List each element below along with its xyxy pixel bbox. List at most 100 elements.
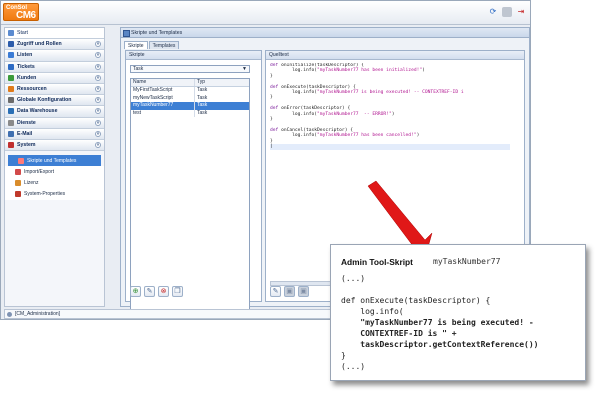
tab-templates[interactable]: Templates <box>148 41 180 49</box>
sidebar-subitem-skripte-templates[interactable]: Skripte und Templates <box>8 155 101 167</box>
sidebar-item-data-warehouse[interactable]: Data Warehouse » <box>5 106 104 118</box>
sidebar-subitem-system-properties[interactable]: System-Properties <box>5 188 104 200</box>
table-row[interactable]: myNewTaskScript Task <box>131 94 249 102</box>
row-type: Task <box>197 102 208 108</box>
ticket-icon <box>8 63 14 70</box>
sidebar-item-label: Kunden <box>17 74 37 81</box>
chevron-down-icon[interactable]: » <box>95 85 101 92</box>
delete-script-button[interactable]: ⊗ <box>158 286 169 297</box>
column-header-type[interactable]: Typ <box>195 79 249 86</box>
row-name: myTaskNumber77 <box>131 102 195 110</box>
table-row[interactable]: MyFirstTaskScript Task <box>131 87 249 95</box>
logo-main-text: CM6 <box>16 10 36 21</box>
code-ellipsis: (...) <box>341 362 366 371</box>
sidebar-item-label: Zugriff und Rollen <box>17 41 62 48</box>
sidebar-item-listen[interactable]: Listen » <box>5 50 104 62</box>
row-name: test <box>131 109 195 117</box>
code-line: } <box>341 351 346 360</box>
table-row-selected[interactable]: myTaskNumber77 Task <box>131 102 249 110</box>
chevron-down-icon[interactable]: » <box>95 41 101 48</box>
user-icon <box>8 74 14 81</box>
tab-skripte[interactable]: Skripte <box>124 41 148 49</box>
column-header-name[interactable]: Name <box>131 79 195 86</box>
script-callout: Admin Tool-Skript myTaskNumber77 (...) d… <box>330 244 586 381</box>
source-panel-title: Quelltext <box>266 51 524 60</box>
save-as-button[interactable]: ▣ <box>298 286 309 297</box>
license-icon <box>15 180 21 187</box>
dropdown-arrow-icon: ▼ <box>242 66 247 72</box>
chevron-down-icon[interactable]: » <box>95 63 101 70</box>
list-icon <box>8 52 14 59</box>
sidebar-item-label: Start <box>17 30 28 37</box>
mail-icon <box>8 130 14 137</box>
code-line: log.info( <box>341 307 404 316</box>
sidebar-item-globale-konfiguration[interactable]: Globale Konfiguration » <box>5 95 104 107</box>
chevron-down-icon[interactable]: » <box>95 97 101 104</box>
edit-script-button[interactable]: ✎ <box>144 286 155 297</box>
sidebar-item-tickets[interactable]: Tickets » <box>5 61 104 73</box>
sidebar-item-label: Dienste <box>17 119 36 126</box>
refresh-icon[interactable]: ⟳ <box>488 7 498 17</box>
consol-logo: ConSol CM6 <box>3 3 39 21</box>
sidebar-item-kunden[interactable]: Kunden » <box>5 72 104 84</box>
script-type-select[interactable]: Task ▼ <box>130 65 250 73</box>
sidebar-subitem-label: System-Properties <box>24 191 66 198</box>
script-type-value: Task <box>133 66 144 72</box>
scripts-list-panel: Skripte Task ▼ Name Typ MyFirstTaskScrip… <box>125 50 262 313</box>
sidebar-item-dienste[interactable]: Dienste » <box>5 117 104 129</box>
chevron-down-icon[interactable]: » <box>95 108 101 115</box>
copy-script-button[interactable]: ❐ <box>172 286 183 297</box>
source-code-editor[interactable]: def onInitialize(taskDescriptor) { log.i… <box>270 63 510 238</box>
sidebar-item-label: Ressourcen <box>17 86 47 93</box>
sidebar-item-label: E-Mail <box>17 130 33 137</box>
table-row[interactable]: test Task <box>131 109 249 117</box>
system-gear-icon <box>8 141 14 148</box>
chevron-down-icon[interactable]: » <box>95 52 101 59</box>
callout-code: (...) def onExecute(taskDescriptor) { lo… <box>341 273 538 372</box>
row-type: Task <box>197 94 208 101</box>
callout-script-name: myTaskNumber77 <box>433 257 501 266</box>
sidebar-item-start[interactable]: Start <box>5 28 104 40</box>
row-type: Task <box>197 87 208 93</box>
chevron-up-icon[interactable]: « <box>95 141 101 148</box>
code-line-bold: taskDescriptor.getContextReference()) <box>341 340 539 349</box>
sidebar-item-label: Tickets <box>17 63 35 70</box>
save-button[interactable]: ▣ <box>284 286 295 297</box>
add-script-button[interactable]: ⊕ <box>130 286 141 297</box>
sidebar-item-label: System <box>17 141 36 148</box>
callout-title: Admin Tool-Skript <box>341 257 413 267</box>
row-name: myNewTaskScript <box>131 94 195 102</box>
panel-title: Skripte und Templates <box>121 28 529 38</box>
resources-icon <box>8 86 14 93</box>
code-line: def onExecute(taskDescriptor) { <box>341 296 491 305</box>
sidebar-item-email[interactable]: E-Mail » <box>5 128 104 140</box>
sidebar-item-label: Data Warehouse <box>17 108 58 115</box>
script-icon <box>18 157 24 164</box>
key-icon <box>8 41 14 48</box>
code-line-bold: "myTaskNumber77 is being executed! - <box>341 318 534 327</box>
row-name: MyFirstTaskScript <box>131 87 195 95</box>
row-type: Task <box>197 109 208 116</box>
sidebar-item-label: Globale Konfiguration <box>17 97 72 104</box>
sidebar-item-ressourcen[interactable]: Ressourcen » <box>5 83 104 96</box>
top-bar: ConSol CM6 ⟳ ⇥ <box>1 1 530 25</box>
tools-icon <box>15 191 21 198</box>
sidebar-item-label: Listen <box>17 52 33 59</box>
sidebar-item-zugriff[interactable]: Zugriff und Rollen » <box>5 39 104 51</box>
chevron-down-icon[interactable]: » <box>95 74 101 81</box>
navigation-sidebar: Start Zugriff und Rollen » Listen » Tick… <box>4 27 105 307</box>
sidebar-subitem-import-export[interactable]: Import/Export <box>5 166 104 178</box>
scripts-table: Name Typ MyFirstTaskScript Task myNewTas… <box>130 78 250 313</box>
window-icon[interactable] <box>502 7 512 17</box>
sidebar-subitem-label: Lizenz <box>24 180 39 187</box>
sidebar-subitem-lizenz[interactable]: Lizenz <box>5 177 104 189</box>
sidebar-subitem-label: Import/Export <box>24 168 55 175</box>
import-export-icon <box>15 168 21 175</box>
chevron-down-icon[interactable]: » <box>95 119 101 126</box>
home-icon <box>8 30 14 37</box>
chevron-down-icon[interactable]: » <box>95 130 101 137</box>
database-icon <box>8 108 14 115</box>
logout-icon[interactable]: ⇥ <box>516 7 526 17</box>
edit-source-button[interactable]: ✎ <box>270 286 281 297</box>
sidebar-item-system[interactable]: System « <box>5 139 104 152</box>
